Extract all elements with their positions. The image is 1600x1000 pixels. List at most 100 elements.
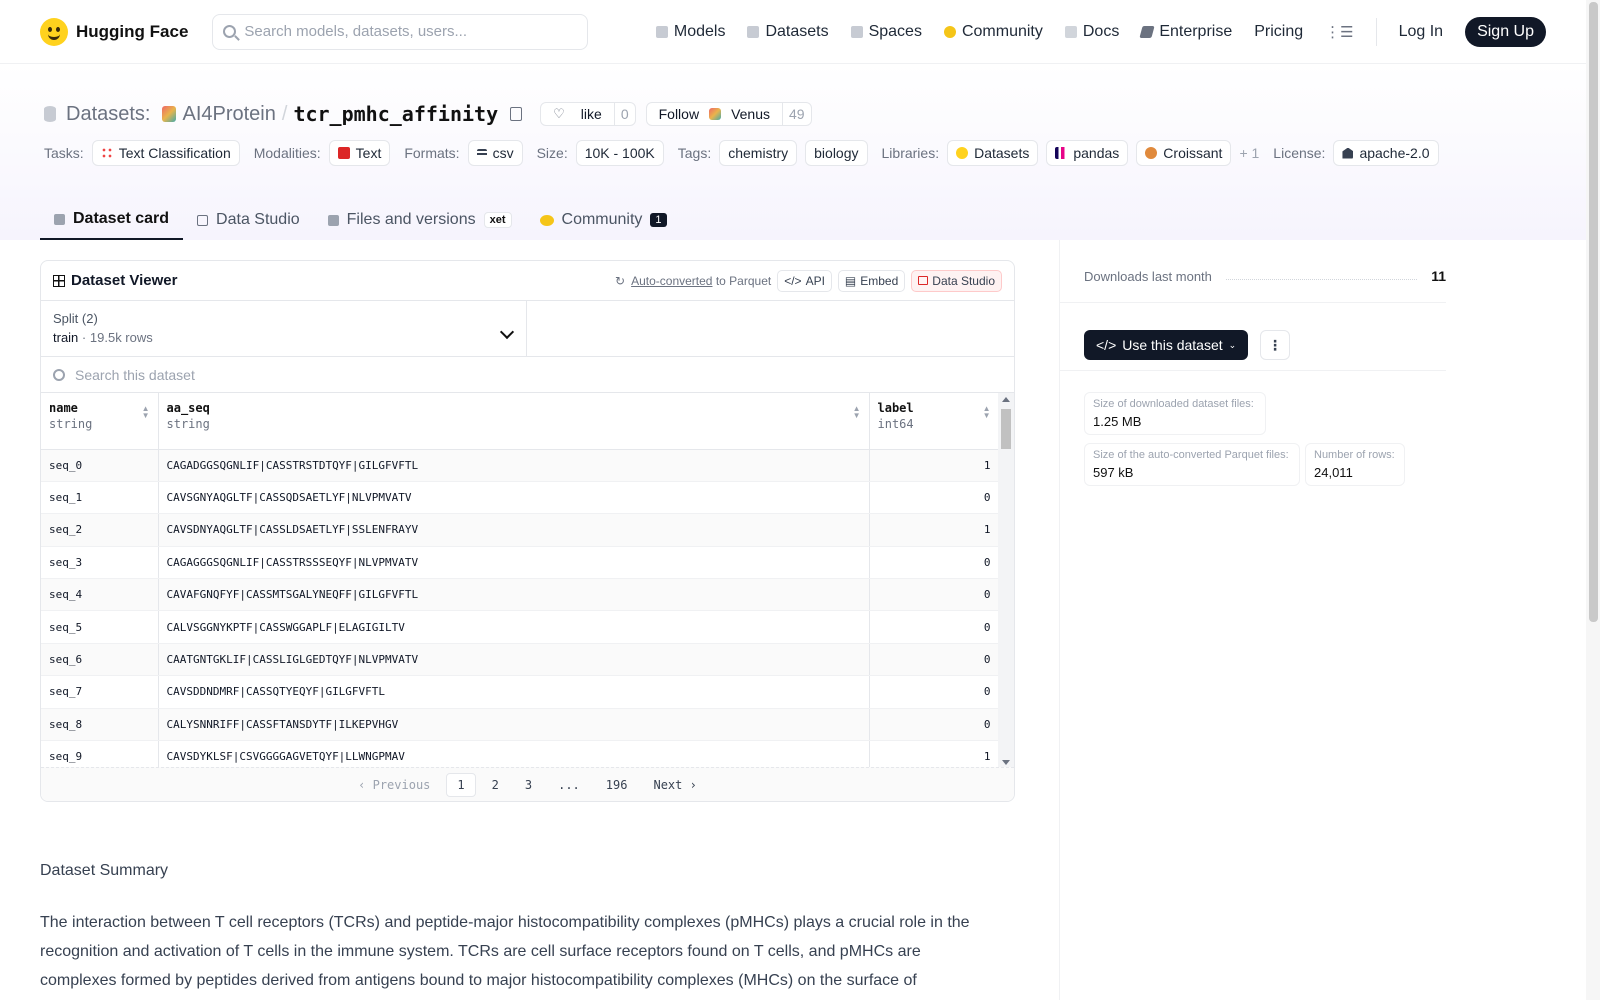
format-tag[interactable]: csv bbox=[467, 140, 523, 166]
table-cell-label[interactable]: 0 bbox=[869, 546, 1000, 580]
table-cell-name[interactable]: seq_0 bbox=[41, 449, 159, 482]
table-cell-aa-seq[interactable]: CAATGNTGKLIF|CASSLIGLGEDTQYF|NLVPMVATV bbox=[158, 643, 870, 677]
table-cell-name[interactable]: seq_7 bbox=[41, 675, 159, 709]
nav-enterprise[interactable]: Enterprise bbox=[1139, 23, 1232, 41]
table-cell-aa-seq[interactable]: CALYSNNRIFF|CASSFTANSDYTF|ILKEPVHGV bbox=[158, 708, 870, 742]
tab-data-studio[interactable]: Data Studio bbox=[183, 200, 314, 240]
modality-tag[interactable]: Text bbox=[328, 140, 391, 166]
table-scrollbar[interactable] bbox=[998, 393, 1014, 769]
sort-icon[interactable]: ▲ ▼ bbox=[983, 405, 991, 420]
embed-button[interactable]: ▤ Embed bbox=[837, 269, 906, 292]
nav-community[interactable]: Community bbox=[943, 23, 1043, 41]
like-button[interactable]: ♡ like 0 bbox=[540, 102, 636, 126]
login-link[interactable]: Log In bbox=[1399, 23, 1443, 41]
lib-datasets[interactable]: Datasets bbox=[947, 140, 1039, 166]
table-cell-label[interactable]: 0 bbox=[869, 481, 1000, 515]
copy-icon[interactable] bbox=[510, 107, 523, 121]
table-cell-name[interactable]: seq_8 bbox=[41, 708, 159, 742]
dataset-name[interactable]: tcr_pmhc_affinity bbox=[293, 102, 498, 126]
tab-dataset-card[interactable]: Dataset card bbox=[40, 200, 184, 240]
more-menu-icon[interactable]: ⋮☰ bbox=[1325, 23, 1353, 41]
table-row[interactable]: seq_7 CAVSDDNDMRF|CASSQTYEQYF|GILGFVFTL 0 bbox=[41, 675, 1000, 709]
lib-croissant[interactable]: Croissant bbox=[1136, 140, 1232, 166]
nav-models[interactable]: Models bbox=[655, 23, 725, 41]
table-row[interactable]: seq_3 CAGAGGGSQGNLIF|CASSTRSSSEQYF|NLVPMV… bbox=[41, 546, 1000, 580]
table-cell-label[interactable]: 0 bbox=[869, 643, 1000, 677]
table-row[interactable]: seq_4 CAVAFGNQFYF|CASSMTSGALYNEQFF|GILGFV… bbox=[41, 578, 1000, 612]
sort-icon[interactable]: ▲ ▼ bbox=[853, 405, 861, 420]
page-2[interactable]: 2 bbox=[482, 774, 509, 796]
nav-docs[interactable]: Docs bbox=[1064, 23, 1119, 41]
page-scrollbar[interactable] bbox=[1586, 0, 1600, 1000]
lib-pandas[interactable]: pandas bbox=[1046, 140, 1129, 166]
scroll-thumb[interactable] bbox=[1001, 409, 1011, 449]
table-cell-name[interactable]: seq_5 bbox=[41, 610, 159, 644]
page-scroll-thumb[interactable] bbox=[1589, 2, 1598, 622]
scroll-up-icon[interactable] bbox=[1002, 397, 1010, 402]
tag-biology[interactable]: biology bbox=[805, 140, 868, 166]
nav-datasets[interactable]: Datasets bbox=[747, 23, 829, 41]
next-page[interactable]: Next › bbox=[643, 774, 706, 796]
table-cell-aa-seq[interactable]: CAGADGGSQGNLIF|CASSTRSTDTQYF|GILGFVFTL bbox=[158, 449, 870, 482]
table-cell-aa-seq[interactable]: CAVSDDNDMRF|CASSQTYEQYF|GILGFVFTL bbox=[158, 675, 870, 709]
page-1[interactable]: 1 bbox=[446, 772, 476, 797]
table-cell-label[interactable]: 0 bbox=[869, 708, 1000, 742]
table-cell-label[interactable]: 1 bbox=[869, 513, 1000, 547]
section-label[interactable]: Datasets: bbox=[66, 103, 150, 126]
table-cell-label[interactable]: 0 bbox=[869, 578, 1000, 612]
table-row[interactable]: seq_2 CAVSDNYAQGLTF|CASSLDSAETLYF|SSLENFR… bbox=[41, 513, 1000, 547]
api-button[interactable]: </> API bbox=[777, 269, 832, 292]
table-cell-aa-seq[interactable]: CALVSGGNYKPTF|CASSWGGAPLF|ELAGIGILTV bbox=[158, 610, 870, 644]
nav-pricing[interactable]: Pricing bbox=[1254, 23, 1303, 41]
table-row[interactable]: seq_8 CALYSNNRIFF|CASSFTANSDYTF|ILKEPVHGV… bbox=[41, 708, 1000, 742]
table-cell-aa-seq[interactable]: CAVAFGNQFYF|CASSMTSGALYNEQFF|GILGFVFTL bbox=[158, 578, 870, 612]
table-cell-aa-seq[interactable]: CAGAGGGSQGNLIF|CASSTRSSSEQYF|NLVPMVATV bbox=[158, 546, 870, 580]
page-3[interactable]: 3 bbox=[515, 774, 542, 796]
table-cell-label[interactable]: 1 bbox=[869, 449, 1000, 482]
table-cell-name[interactable]: seq_6 bbox=[41, 643, 159, 677]
org-link[interactable]: AI4Protein bbox=[182, 103, 275, 126]
brand-logo[interactable]: Hugging Face bbox=[40, 17, 188, 46]
follow-button[interactable]: Follow Venus 49 bbox=[645, 102, 812, 126]
tag-chemistry[interactable]: chemistry bbox=[719, 140, 798, 166]
table-cell-label[interactable]: 0 bbox=[869, 675, 1000, 709]
page-last[interactable]: 196 bbox=[596, 774, 638, 796]
table-cell-name[interactable]: seq_2 bbox=[41, 513, 159, 547]
previous-page[interactable]: ‹ Previous bbox=[348, 774, 440, 796]
dataset-search-input[interactable]: Search this dataset bbox=[41, 357, 1014, 393]
dataset-title-row: Datasets: AI4Protein / tcr_pmhc_affinity… bbox=[44, 102, 812, 126]
global-search-input[interactable]: Search models, datasets, users... bbox=[212, 13, 589, 50]
table-row[interactable]: seq_6 CAATGNTGKLIF|CASSLIGLGEDTQYF|NLVPMV… bbox=[41, 643, 1000, 677]
size-tag[interactable]: 10K - 100K bbox=[575, 140, 664, 166]
table-cell-name[interactable]: seq_3 bbox=[41, 546, 159, 580]
column-header-aa-seq[interactable]: aa_seq string ▲ ▼ bbox=[158, 393, 870, 450]
table-cell-name[interactable]: seq_4 bbox=[41, 578, 159, 612]
downloads-row: Downloads last month 11 bbox=[1084, 268, 1446, 284]
tab-files[interactable]: Files and versions xet bbox=[314, 200, 526, 240]
table-row[interactable]: seq_1 CAVSGNYAQGLTF|CASSQDSAETLYF|NLVPMVA… bbox=[41, 481, 1000, 515]
signup-button[interactable]: Sign Up bbox=[1465, 16, 1546, 47]
license-tag[interactable]: apache-2.0 bbox=[1333, 140, 1439, 166]
nav-spaces[interactable]: Spaces bbox=[850, 23, 922, 41]
table-row[interactable]: seq_0 CAGADGGSQGNLIF|CASSTRSTDTQYF|GILGFV… bbox=[41, 449, 1000, 482]
table-cell-aa-seq[interactable]: CAVSDNYAQGLTF|CASSLDSAETLYF|SSLENFRAYV bbox=[158, 513, 870, 547]
table-row[interactable]: seq_5 CALVSGGNYKPTF|CASSWGGAPLF|ELAGIGILT… bbox=[41, 610, 1000, 644]
dataset-search-placeholder: Search this dataset bbox=[75, 366, 195, 383]
sort-icon[interactable]: ▲ ▼ bbox=[142, 405, 150, 420]
use-dataset-button[interactable]: </> Use this dataset ⌄ bbox=[1084, 330, 1249, 360]
split-select[interactable]: Split (2) train · 19.5k rows bbox=[41, 301, 527, 356]
tab-community[interactable]: Community 1 bbox=[526, 200, 681, 240]
table-cell-label[interactable]: 0 bbox=[869, 610, 1000, 644]
more-options-button[interactable]: ⋮ bbox=[1260, 330, 1290, 360]
column-header-name[interactable]: name string ▲ ▼ bbox=[41, 393, 159, 450]
table-cell-aa-seq[interactable]: CAVSGNYAQGLTF|CASSQDSAETLYF|NLVPMVATV bbox=[158, 481, 870, 515]
table-cell-name[interactable]: seq_1 bbox=[41, 481, 159, 515]
scroll-down-icon[interactable] bbox=[1002, 760, 1010, 765]
more-libraries[interactable]: + 1 bbox=[1239, 145, 1259, 161]
task-tag[interactable]: Text Classification bbox=[91, 140, 240, 166]
chevron-down-icon: ⌄ bbox=[1228, 339, 1237, 350]
auto-converted-link[interactable]: Auto-converted bbox=[631, 274, 712, 288]
column-header-label[interactable]: label int64 ▲ ▼ bbox=[869, 393, 1000, 450]
data-studio-button[interactable]: Data Studio bbox=[911, 269, 1002, 292]
xet-badge: xet bbox=[483, 212, 512, 228]
